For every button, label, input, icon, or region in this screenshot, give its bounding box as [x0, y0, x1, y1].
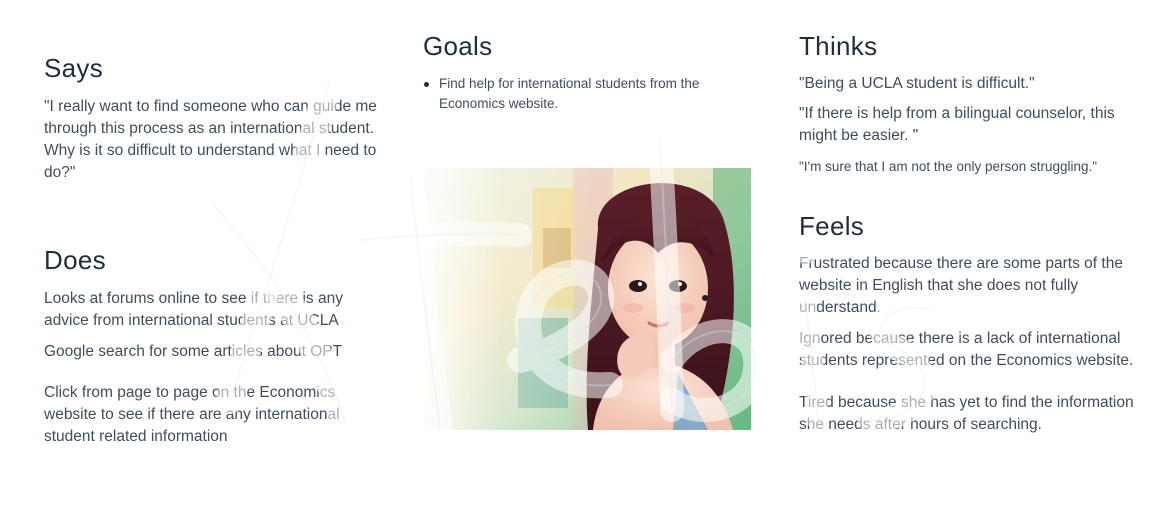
says-heading: Says	[44, 53, 104, 83]
persona-image	[423, 168, 751, 430]
does-heading: Does	[44, 245, 106, 275]
feels-heading: Feels	[799, 211, 865, 241]
goals-section: Goals Find help for international studen…	[423, 31, 753, 114]
goals-heading: Goals	[423, 31, 493, 61]
does-item: Google search for some articles about OP…	[44, 343, 343, 360]
does-section: Does Looks at forums online to see if th…	[44, 245, 384, 448]
feels-section: Feels Frustrated because there are some …	[799, 211, 1144, 436]
thinks-heading: Thinks	[799, 31, 878, 61]
does-item: Looks at forums online to see if there i…	[44, 290, 343, 329]
persona-illustration	[423, 168, 751, 430]
feels-item: Ignored because there is a lack of inter…	[799, 330, 1134, 369]
goals-list-item: Find help for international students fro…	[424, 74, 753, 114]
says-section: Says "I really want to find someone who …	[44, 53, 384, 184]
says-quote: "I really want to find someone who can g…	[44, 98, 377, 181]
feels-item: Frustrated because there are some parts …	[799, 255, 1123, 316]
thinks-item: "I'm sure that I am not the only person …	[799, 159, 1098, 174]
thinks-item: "Being a UCLA student is difficult."	[799, 75, 1035, 92]
feels-item: Tired because she has yet to find the in…	[799, 394, 1134, 433]
does-item: Click from page to page on the Economics…	[44, 384, 340, 445]
thinks-item: "If there is help from a bilingual couns…	[799, 105, 1115, 144]
thinks-section: Thinks "Being a UCLA student is difficul…	[799, 31, 1139, 177]
goals-list: Find help for international students fro…	[423, 74, 753, 114]
